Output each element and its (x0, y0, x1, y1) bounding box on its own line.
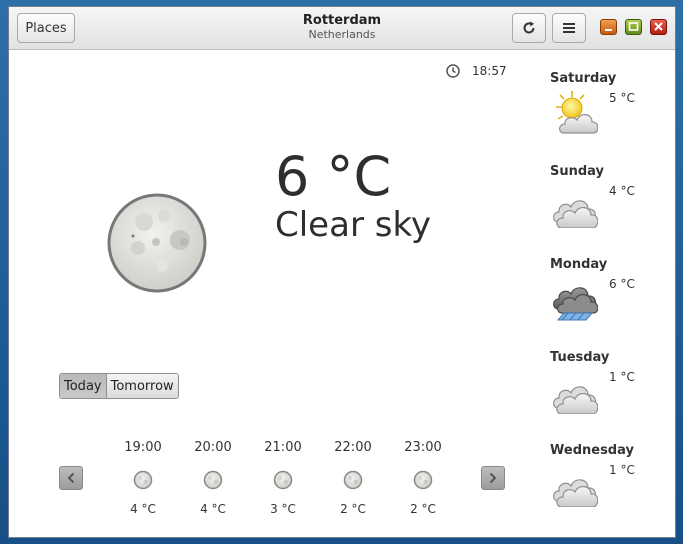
forecast-temperature: 6 °C (609, 277, 635, 291)
sun-behind-cloud-icon (556, 91, 598, 134)
menu-button[interactable] (552, 13, 586, 43)
forecast-temperature: 1 °C (609, 463, 635, 477)
cloudy-icon (553, 386, 598, 414)
forecast-day: Sunday (550, 164, 605, 179)
update-time: 18:57 (472, 64, 507, 78)
close-button[interactable] (650, 19, 667, 35)
forecast-temperature: 5 °C (609, 91, 635, 105)
rain-icon (553, 287, 598, 321)
hourly-item: 19:00 4 °C (113, 440, 173, 516)
day-toggle: Today Tomorrow (59, 373, 179, 399)
cloudy-icon (553, 479, 598, 507)
hourly-item: 20:00 4 °C (183, 440, 243, 516)
hour-temperature: 2 °C (340, 502, 366, 516)
hour-temperature: 2 °C (410, 502, 436, 516)
moon-icon (107, 193, 207, 293)
cloudy-icon (553, 200, 598, 228)
chevron-right-icon (489, 472, 497, 484)
hamburger-menu-icon (563, 23, 575, 33)
scroll-left-button[interactable] (59, 466, 83, 490)
maximize-button[interactable] (625, 19, 642, 35)
hourly-item: 23:00 2 °C (393, 440, 453, 516)
forecast-temperature: 1 °C (609, 370, 635, 384)
current-temperature: 6 °C (275, 145, 392, 208)
hour-label: 20:00 (194, 440, 232, 455)
minimize-button[interactable] (600, 19, 617, 35)
forecast-day: Wednesday (550, 443, 634, 458)
hour-temperature: 4 °C (200, 502, 226, 516)
minimize-icon (605, 29, 612, 31)
chevron-left-icon (67, 472, 75, 484)
forecast-day: Saturday (550, 71, 617, 86)
header-bar: Places Rotterdam Netherlands (9, 7, 675, 50)
forecast-day: Monday (550, 257, 608, 272)
refresh-icon (523, 21, 535, 34)
close-icon (654, 22, 663, 31)
hour-label: 19:00 (124, 440, 162, 455)
forecast-item: Tuesday 1 °C (550, 350, 670, 440)
clock-icon (446, 64, 460, 78)
small-moon-icon (413, 470, 433, 490)
current-condition: Clear sky (275, 205, 432, 245)
hourly-item: 21:00 3 °C (253, 440, 313, 516)
today-toggle-button[interactable]: Today (60, 374, 107, 398)
weather-window: Places Rotterdam Netherlands 18:57 6 °C … (8, 6, 676, 538)
forecast-day: Tuesday (550, 350, 610, 365)
small-moon-icon (343, 470, 363, 490)
forecast-item: Saturday 5 °C (550, 71, 670, 161)
hour-label: 23:00 (404, 440, 442, 455)
hour-temperature: 4 °C (130, 502, 156, 516)
small-moon-icon (203, 470, 223, 490)
hour-label: 22:00 (334, 440, 372, 455)
hourly-item: 22:00 2 °C (323, 440, 383, 516)
forecast-item: Sunday 4 °C (550, 164, 670, 254)
forecast-item: Monday 6 °C (550, 257, 670, 347)
maximize-icon (628, 22, 639, 31)
refresh-button[interactable] (512, 13, 546, 43)
small-moon-icon (133, 470, 153, 490)
tomorrow-toggle-button[interactable]: Tomorrow (106, 374, 178, 398)
forecast-temperature: 4 °C (609, 184, 635, 198)
small-moon-icon (273, 470, 293, 490)
hour-label: 21:00 (264, 440, 302, 455)
scroll-right-button[interactable] (481, 466, 505, 490)
forecast-item: Wednesday 1 °C (550, 443, 670, 533)
hour-temperature: 3 °C (270, 502, 296, 516)
